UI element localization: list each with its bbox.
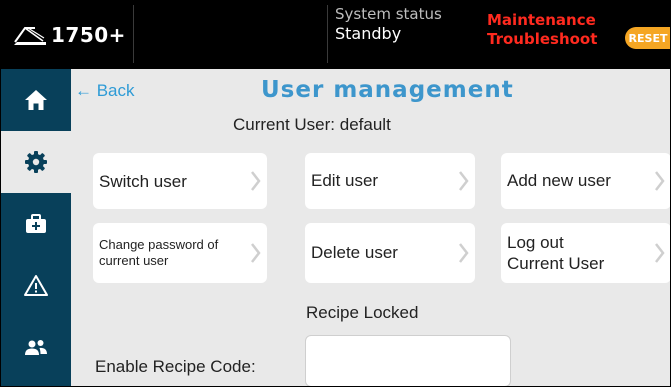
chevron-right-icon [453,241,475,265]
alarm-line-troubleshoot: Troubleshoot [487,30,598,48]
status-label: System status [335,5,442,23]
chevron-right-icon [649,241,670,265]
recipe-code-input[interactable] [305,335,511,386]
add-new-user-label: Add new user [507,171,611,190]
sidebar [1,69,71,386]
log-out-label: Log out Current User [507,233,605,273]
recipe-code-label: Enable Recipe Code: [95,357,256,376]
sidebar-item-alarms[interactable] [1,255,71,317]
sidebar-item-users[interactable] [1,317,71,379]
chevron-right-icon [453,169,475,193]
edit-user-button[interactable]: Edit user [305,153,475,209]
machine-logo-icon [13,23,47,47]
user-management-panel: ← Back User management Current User: def… [71,69,670,386]
gear-icon [25,151,47,173]
switch-user-button[interactable]: Switch user [93,153,267,209]
brand: 1750+ [1,1,133,69]
sidebar-item-settings[interactable] [1,131,71,193]
chevron-right-icon [649,169,670,193]
edit-user-label: Edit user [311,171,379,190]
warning-icon [24,275,48,296]
top-bar: 1750+ System status Standby Maintenance … [1,1,670,69]
recipe-locked-text: Recipe Locked [306,303,419,322]
divider [327,5,328,63]
log-out-button[interactable]: Log out Current User [501,223,670,283]
reset-button[interactable]: RESET [625,27,670,49]
sidebar-item-toolbox[interactable] [1,193,71,255]
home-icon [25,90,47,110]
switch-user-label: Switch user [99,171,187,191]
alarm-line-maintenance: Maintenance [487,11,596,29]
users-icon [25,340,47,355]
delete-user-label: Delete user [311,243,398,262]
current-user-text: Current User: default [233,115,391,134]
alarm-text[interactable]: Maintenance Troubleshoot [487,11,617,49]
change-password-label: Change password of current user [99,237,219,268]
model-name: 1750+ [51,23,126,47]
sidebar-item-home[interactable] [1,69,71,131]
chevron-right-icon [245,241,267,265]
back-link[interactable]: ← Back [75,81,135,101]
divider [133,5,134,63]
toolbox-icon [26,214,46,233]
app-window: 1750+ System status Standby Maintenance … [0,0,671,387]
system-status: System status Standby [335,5,480,65]
change-password-button[interactable]: Change password of current user [93,223,267,283]
status-value: Standby [335,24,402,43]
delete-user-button[interactable]: Delete user [305,223,475,283]
chevron-right-icon [245,169,267,193]
page-title: User management [261,77,514,103]
add-new-user-button[interactable]: Add new user [501,153,670,209]
